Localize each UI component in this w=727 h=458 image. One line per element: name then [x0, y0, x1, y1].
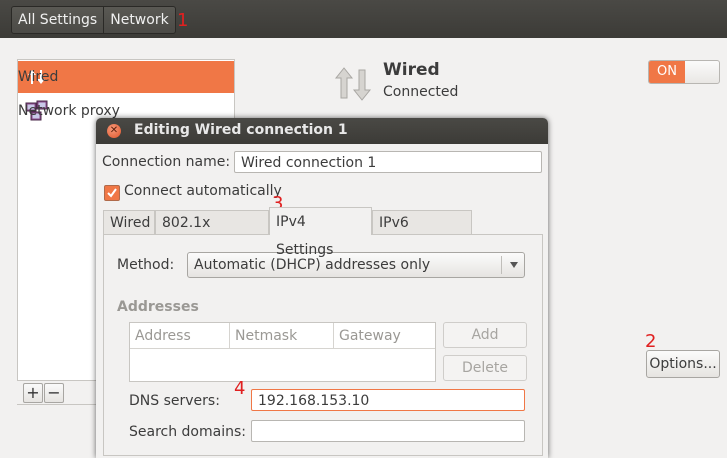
- tab-ipv6-settings[interactable]: IPv6 Settings: [372, 210, 472, 255]
- annotation-1: 1: [177, 10, 189, 31]
- addresses-heading: Addresses: [117, 299, 199, 315]
- dns-servers-field[interactable]: 192.168.153.10: [251, 389, 525, 411]
- add-address-button[interactable]: Add: [443, 322, 527, 348]
- method-select[interactable]: Automatic (DHCP) addresses only: [187, 252, 525, 278]
- tab-wired[interactable]: Wired: [103, 210, 155, 234]
- combo-separator: [501, 256, 502, 274]
- column-header-gateway: Gateway: [334, 323, 435, 349]
- close-icon[interactable]: ✕: [107, 124, 121, 138]
- dns-servers-label: DNS servers:: [129, 393, 220, 409]
- search-domains-label: Search domains:: [129, 424, 246, 440]
- toggle-on-label: ON: [649, 61, 685, 83]
- checkmark-icon: [107, 188, 117, 198]
- connection-toggle[interactable]: ON: [648, 60, 720, 84]
- annotation-2: 2: [645, 331, 657, 352]
- device-label-wired: Wired: [18, 69, 59, 85]
- dialog-title: Editing Wired connection 1: [134, 122, 348, 138]
- options-button[interactable]: Options...: [646, 350, 720, 378]
- connect-automatically-checkbox[interactable]: [104, 185, 120, 201]
- breadcrumb-network[interactable]: Network: [103, 7, 174, 33]
- method-label: Method:: [117, 257, 175, 273]
- connection-name-field[interactable]: Wired connection 1: [234, 151, 542, 173]
- tab-ipv4-settings[interactable]: IPv4 Settings: [269, 207, 372, 258]
- add-device-button[interactable]: +: [23, 383, 43, 403]
- breadcrumb-all-settings[interactable]: All Settings: [12, 7, 103, 33]
- wired-large-icon: [333, 64, 373, 108]
- column-header-netmask: Netmask: [230, 323, 334, 349]
- device-item-wired[interactable]: Wired: [18, 61, 234, 93]
- addresses-table[interactable]: Address Netmask Gateway: [129, 322, 436, 382]
- dialog-titlebar: ✕ Editing Wired connection 1: [96, 118, 548, 144]
- delete-address-button[interactable]: Delete: [443, 355, 527, 381]
- chevron-down-icon: [510, 262, 518, 268]
- column-header-address: Address: [130, 323, 230, 349]
- device-label-network-proxy: Network proxy: [18, 103, 120, 119]
- connect-automatically-label: Connect automatically: [124, 183, 282, 199]
- annotation-4: 4: [234, 378, 246, 399]
- search-domains-field[interactable]: [251, 420, 525, 442]
- breadcrumb: All Settings Network: [11, 6, 176, 34]
- remove-device-button[interactable]: −: [44, 383, 64, 403]
- tab-8021x-security[interactable]: 802.1x Security: [155, 210, 269, 255]
- device-title: Wired: [383, 60, 440, 80]
- device-status: Connected: [383, 84, 459, 100]
- connection-name-label: Connection name:: [102, 154, 231, 170]
